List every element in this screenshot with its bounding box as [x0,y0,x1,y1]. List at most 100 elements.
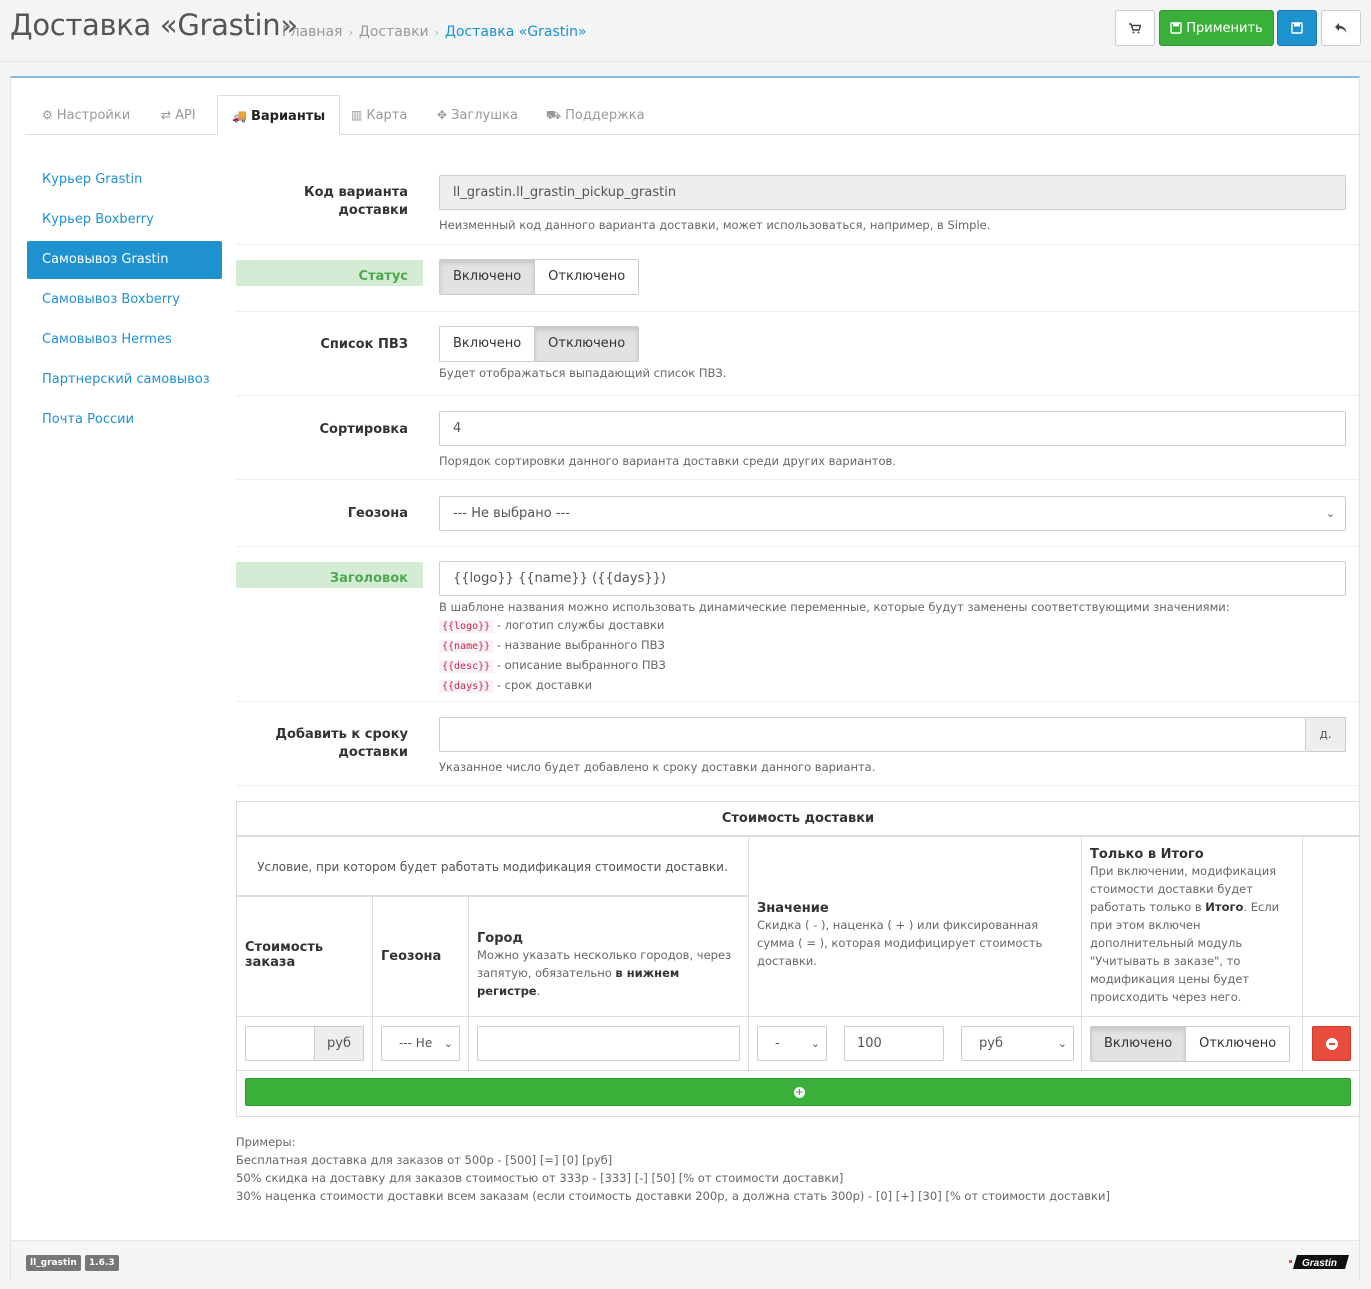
col-total-help-text: При включении, модификация стоимости дос… [1090,864,1277,914]
tab-api[interactable]: ⇄ API [161,95,196,135]
var-item: {{days}} - срок доставки [439,676,1346,696]
sidebar-item-russian-post[interactable]: Почта России [27,401,222,439]
sort-label: Сортировка [319,422,408,437]
form-row-geozone: Геозона --- Не выбрано --- ⌄ [236,480,1361,547]
var-item: {{name}} - название выбранного ПВЗ [439,636,1346,656]
code-label: Код варианта доставки [303,185,408,218]
exchange-icon: ⇄ [161,108,172,122]
tab-variants[interactable]: 🚚 Варианты [217,95,341,135]
operator-select[interactable]: - ⌄ [757,1026,827,1061]
sidebar-item-courier-boxberry[interactable]: Курьер Boxberry [27,201,222,239]
example-line: Примеры: [236,1135,296,1149]
heading-input[interactable]: {{logo}} {{name}} ({{days}}) [439,561,1346,596]
unit-value: руб [979,1036,1003,1051]
sidebar-item-courier-grastin[interactable]: Курьер Grastin [27,161,222,199]
breadcrumb-current[interactable]: Доставка «Grastin» [445,24,587,40]
tab-support[interactable]: ⛟ Поддержка [546,95,645,135]
var-desc: - название выбранного ПВЗ [496,638,665,652]
sidebar-item-partner-pickup[interactable]: Партнерский самовывоз [27,361,222,399]
cart-button[interactable] [1115,10,1155,46]
var-item: {{desc}} - описание выбранного ПВЗ [439,656,1346,676]
remove-row-button[interactable] [1312,1026,1351,1061]
save-button[interactable] [1277,10,1317,46]
example-line: 30% наценка стоимости доставки всем зака… [236,1189,1110,1203]
status-off-button[interactable]: Отключено [535,259,640,295]
pvz-label: Список ПВЗ [320,337,408,352]
condition-header: Условие, при котором будет работать моди… [237,837,749,897]
sort-input[interactable]: 4 [439,411,1346,446]
breadcrumb-deliveries[interactable]: Доставки [359,24,429,40]
geozone-select[interactable]: --- Не выбрано --- ⌄ [439,496,1346,531]
sidebar-item-pickup-hermes[interactable]: Самовывоз Hermes [27,321,222,359]
city-input[interactable] [477,1026,740,1061]
pvz-toggle: Включено Отключено [439,326,640,362]
tab-label: Варианты [250,109,326,124]
version-badge: 1.6.3 [85,1255,119,1271]
arrows-icon: ✥ [437,108,448,122]
col-total-help-bold: Итого [1205,900,1244,914]
tab-label: Поддержка [565,108,645,123]
chevron-right-icon: › [348,26,353,39]
example-line: 50% скидка на доставку для заказов стоим… [236,1171,844,1185]
breadcrumb: Главная › Доставки › Доставка «Grastin» [282,24,587,40]
tab-bar: ⚙ Настройки ⇄ API 🚚 Варианты ▥ Карта ✥ Заглуш… [25,95,1359,135]
main-panel: ⚙ Настройки ⇄ API 🚚 Варианты ▥ Карта ✥ Заглуш… [10,76,1361,1279]
condition-header-text: Условие, при котором будет работать моди… [257,860,728,874]
sidebar-item-pickup-boxberry[interactable]: Самовывоз Boxberry [27,281,222,319]
page-header: Доставка «Grastin» Главная › Доставки › Дост… [0,0,1371,62]
tab-settings[interactable]: ⚙ Настройки [42,95,130,135]
col-city-help: Можно указать несколько городов, через з… [477,948,732,998]
form-row-status: Статус Включено Отключено [236,245,1361,312]
heading-help-text: В шаблоне названия можно использовать ди… [439,600,1230,614]
row-geozone-select[interactable]: --- Не ⌄ [381,1026,460,1061]
pvz-on-button[interactable]: Включено [439,326,536,362]
floppy-icon [1170,22,1182,34]
pvz-off-button[interactable]: Отключено [535,326,640,362]
add-row-button[interactable]: + [245,1078,1351,1106]
var-code: {{desc}} [439,660,494,673]
tab-map[interactable]: ▥ Карта [351,95,407,135]
var-desc: - срок доставки [496,678,593,692]
minus-circle-icon [1326,1038,1338,1050]
page-title: Доставка «Grastin» [10,8,298,42]
unit-select[interactable]: руб ⌄ [961,1026,1074,1061]
col-city-header: Город Можно указать несколько городов, ч… [469,897,749,1017]
status-toggle: Включено Отключено [439,259,640,295]
col-total-title: Только в Итого [1090,847,1204,862]
chevron-down-icon: ⌄ [1057,1037,1067,1050]
grastin-logo: Grastin [1289,1255,1349,1269]
chevron-down-icon: ⌄ [1325,507,1335,520]
order-cost-input[interactable] [245,1026,315,1061]
heading-label: Заголовок [236,562,423,588]
total-only-off-button[interactable]: Отключено [1186,1026,1291,1062]
order-cost-unit: руб [314,1026,364,1061]
form-row-heading: Заголовок {{logo}} {{name}} ({{days}}) В… [236,547,1361,702]
col-value-header: Значение Скидка ( - ), наценка ( + ) или… [749,837,1082,1017]
logo-text: Grastin [1302,1258,1337,1269]
status-label: Статус [236,260,423,286]
heading-help: В шаблоне названия можно использовать ди… [439,598,1346,696]
col-city-help-text: Можно указать несколько городов, через з… [477,948,732,980]
var-code: {{days}} [439,680,494,693]
sidebar-item-pickup-grastin[interactable]: Самовывоз Grastin [27,241,222,279]
var-code: {{name}} [439,640,494,653]
total-only-toggle: Включено Отключено [1090,1026,1291,1062]
cost-table: Стоимость доставки Условие, при котором … [236,801,1360,1117]
code-field[interactable]: ll_grastin.ll_grastin_pickup_grastin [439,175,1346,210]
row-geozone-value: --- Не [399,1036,433,1050]
tab-stub[interactable]: ✥ Заглушка [437,95,518,135]
adddays-input[interactable] [439,717,1306,752]
cart-icon [1129,22,1141,33]
col-geozone-header: Геозона [373,897,469,1017]
back-button[interactable] [1321,10,1361,46]
total-only-on-button[interactable]: Включено [1090,1026,1187,1062]
breadcrumb-home[interactable]: Главная [282,24,342,40]
apply-button[interactable]: Применить [1159,10,1274,46]
var-desc: - логотип службы доставки [496,618,665,632]
form-row-sort: Сортировка 4 Порядок сортировки данного … [236,396,1361,480]
days-addon: д. [1306,717,1346,752]
status-on-button[interactable]: Включено [439,259,536,295]
geozone-value: --- Не выбрано --- [453,506,570,521]
amount-input[interactable]: 100 [844,1026,944,1061]
tab-label: Карта [366,108,408,123]
